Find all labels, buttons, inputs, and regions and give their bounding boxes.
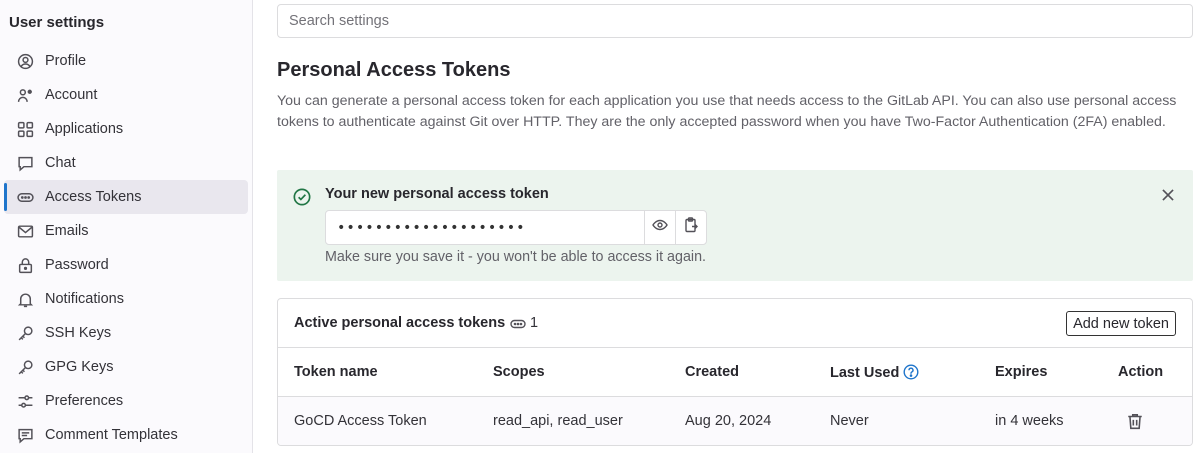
sidebar-item-label: Applications <box>45 121 124 137</box>
column-header-created: Created <box>685 364 739 380</box>
preferences-icon <box>16 392 34 410</box>
copy-token-button[interactable] <box>675 211 706 244</box>
column-header-token-name: Token name <box>294 364 378 380</box>
reveal-token-button[interactable] <box>644 211 675 244</box>
table-header: Token name Scopes Created Last Used Expi… <box>278 348 1192 397</box>
scopes-cell: read_api, read_user <box>493 413 623 429</box>
token-field[interactable] <box>326 211 644 244</box>
sidebar-item-label: SSH Keys <box>45 325 112 341</box>
question-icon[interactable] <box>903 364 919 380</box>
sidebar-item-gpg-keys[interactable]: GPG Keys <box>4 350 248 384</box>
sidebar-item-label: Password <box>45 257 109 273</box>
lock-icon <box>16 256 34 274</box>
sidebar-title: User settings <box>9 14 105 31</box>
sidebar-item-comment-templates[interactable]: Comment Templates <box>4 418 248 452</box>
settings-sidebar: User settings Profile Account Applicatio… <box>0 0 253 453</box>
sidebar-item-password[interactable]: Password <box>4 248 248 282</box>
new-token-alert: Your new personal access token Make sure… <box>277 170 1193 281</box>
comment-icon <box>16 426 34 444</box>
token-field-group <box>325 210 707 245</box>
sidebar-item-profile[interactable]: Profile <box>4 44 248 78</box>
column-header-label: Last Used <box>830 365 900 381</box>
created-cell: Aug 20, 2024 <box>685 413 772 429</box>
sidebar-item-chat[interactable]: Chat <box>4 146 248 180</box>
eye-icon <box>652 217 668 238</box>
chat-icon <box>16 154 34 172</box>
card-header: Active personal access tokens 1 Add new … <box>278 299 1192 348</box>
sidebar-item-label: Preferences <box>45 393 124 409</box>
sidebar-item-label: Chat <box>45 155 76 171</box>
token-count: 1 <box>530 315 539 331</box>
column-header-last-used: Last Used <box>830 364 919 381</box>
trash-icon[interactable] <box>1126 412 1144 430</box>
page-description: You can generate a personal access token… <box>277 93 1177 130</box>
page-title: Personal Access Tokens <box>277 59 511 81</box>
sidebar-item-label: Profile <box>45 53 87 69</box>
sidebar-item-account[interactable]: Account <box>4 78 248 112</box>
profile-icon <box>16 52 34 70</box>
sidebar-item-applications[interactable]: Applications <box>4 112 248 146</box>
search-input[interactable] <box>277 4 1193 38</box>
sidebar-item-access-tokens[interactable]: Access Tokens <box>4 180 248 214</box>
token-name-cell: GoCD Access Token <box>294 413 427 429</box>
bell-icon <box>16 290 34 308</box>
sidebar-item-label: Notifications <box>45 291 124 307</box>
sidebar-item-emails[interactable]: Emails <box>4 214 248 248</box>
close-icon[interactable] <box>1159 186 1177 204</box>
check-circle-icon <box>293 188 311 206</box>
card-title: Active personal access tokens <box>294 315 506 331</box>
applications-icon <box>16 120 34 138</box>
sidebar-item-notifications[interactable]: Notifications <box>4 282 248 316</box>
account-icon <box>16 86 34 104</box>
table-row: GoCD Access Token read_api, read_user Au… <box>278 397 1192 445</box>
token-icon <box>510 316 526 332</box>
sidebar-item-label: Emails <box>45 223 89 239</box>
column-header-scopes: Scopes <box>493 364 545 380</box>
add-new-token-button[interactable]: Add new token <box>1066 311 1176 336</box>
alert-hint: Make sure you save it - you won't be abl… <box>325 249 707 265</box>
clipboard-icon <box>683 217 699 238</box>
column-header-expires: Expires <box>995 364 1048 380</box>
alert-title: Your new personal access token <box>325 186 549 202</box>
last-used-cell: Never <box>830 413 869 429</box>
key-icon <box>16 324 34 342</box>
sidebar-item-label: Access Tokens <box>45 189 142 205</box>
column-header-action: Action <box>1118 364 1164 380</box>
sidebar-item-label: Comment Templates <box>45 427 178 443</box>
sidebar-item-label: GPG Keys <box>45 359 114 375</box>
expires-cell: in 4 weeks <box>995 413 1064 429</box>
sidebar-item-label: Account <box>45 87 98 103</box>
key-icon <box>16 358 34 376</box>
sidebar-nav: Profile Account Applications Chat Access <box>0 44 253 452</box>
sidebar-item-ssh-keys[interactable]: SSH Keys <box>4 316 248 350</box>
active-tokens-card: Active personal access tokens 1 Add new … <box>277 298 1193 446</box>
sidebar-item-preferences[interactable]: Preferences <box>4 384 248 418</box>
email-icon <box>16 222 34 240</box>
token-icon <box>16 188 34 206</box>
